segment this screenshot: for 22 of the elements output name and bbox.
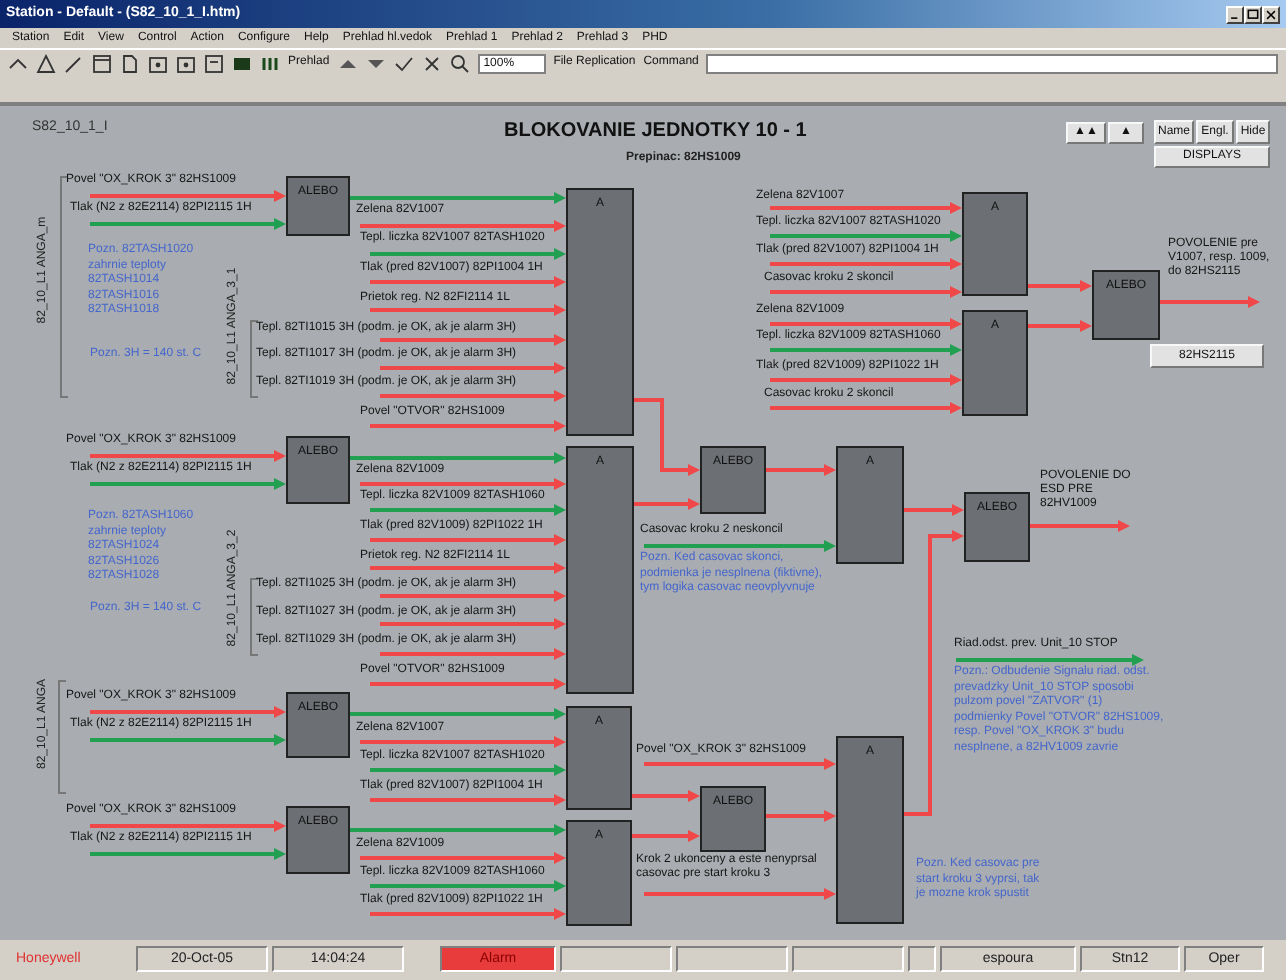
minimize-icon[interactable]	[1226, 5, 1244, 23]
bracket-line	[58, 680, 66, 794]
bracket-line	[250, 320, 258, 398]
bars-icon[interactable]	[260, 53, 280, 73]
triangle-icon[interactable]	[36, 53, 56, 73]
close-icon[interactable]	[421, 53, 442, 73]
square-icon[interactable]	[148, 53, 168, 73]
status-cell	[792, 946, 904, 972]
diagram-title: BLOKOVANIE JEDNOTKY 10 - 1	[504, 118, 807, 146]
square-icon[interactable]	[176, 53, 196, 73]
page-icon[interactable]	[120, 53, 140, 73]
maximize-icon[interactable]	[1244, 5, 1262, 23]
status-cell	[676, 946, 788, 972]
search-icon[interactable]	[449, 53, 470, 73]
caret-icon[interactable]	[8, 53, 28, 73]
window-icon[interactable]	[204, 53, 224, 73]
check-icon[interactable]	[393, 53, 414, 73]
bracket-line	[250, 578, 258, 656]
status-cell	[560, 946, 672, 972]
window-icon[interactable]	[92, 53, 112, 73]
command-field[interactable]	[706, 53, 1278, 73]
status-cell	[908, 946, 936, 972]
